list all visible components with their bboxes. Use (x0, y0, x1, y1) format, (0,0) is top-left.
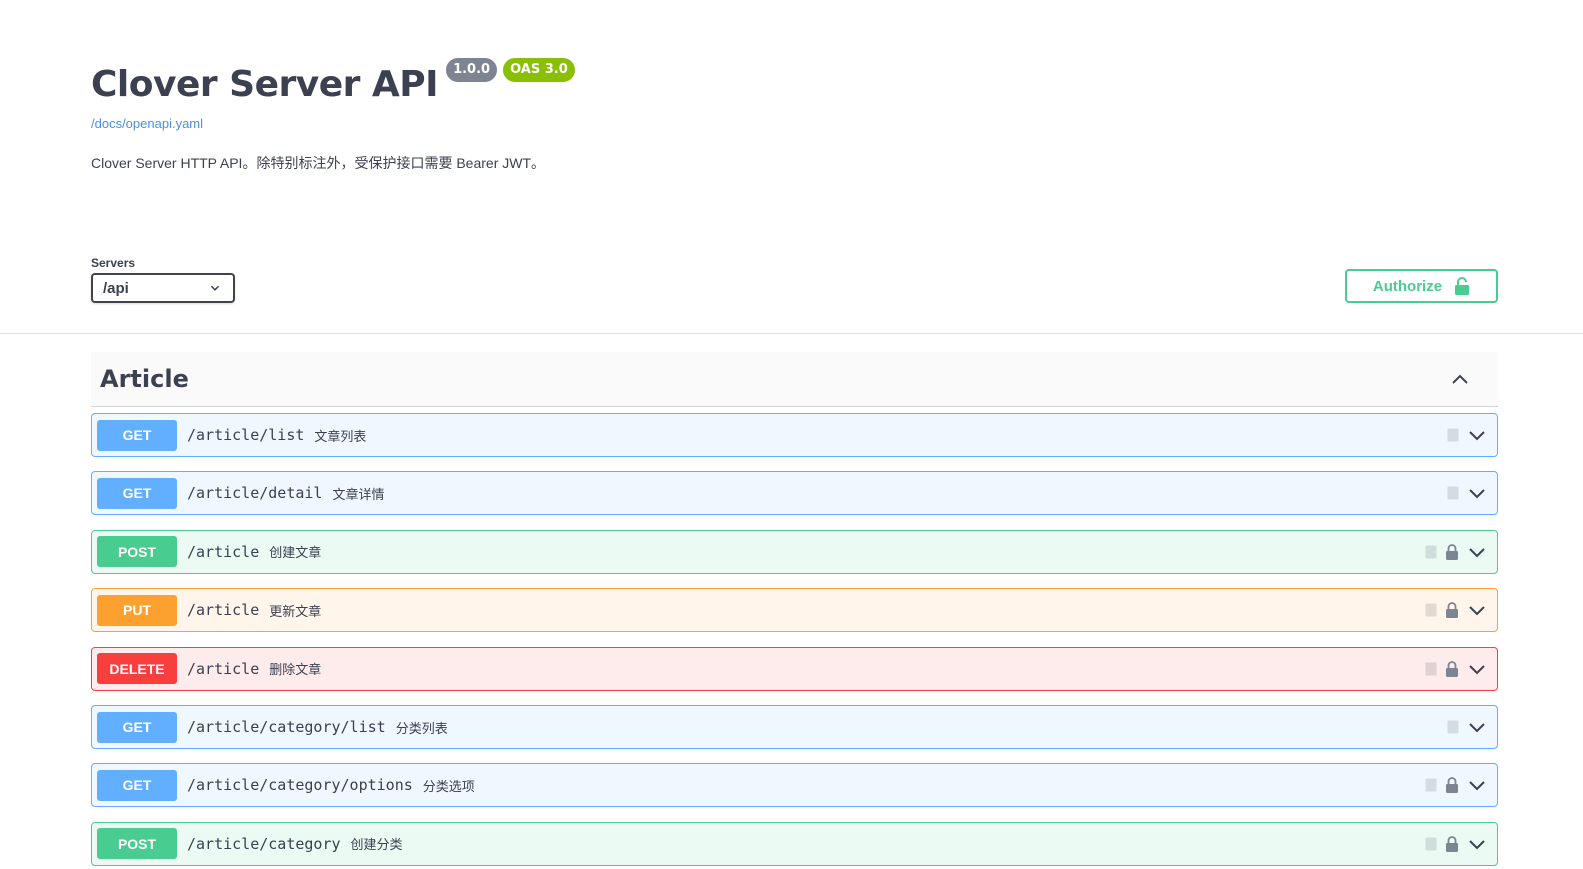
page-title: Clover Server API (91, 64, 439, 105)
operation-summary: 更新文章 (269, 603, 322, 619)
operation-path: /article (187, 542, 260, 561)
operation-row[interactable]: GET/article/category/list 分类列表 (91, 705, 1498, 749)
copy-icon[interactable] (1425, 778, 1437, 792)
server-select[interactable]: /api (91, 273, 235, 303)
lock-icon[interactable] (1445, 777, 1459, 794)
operation-summary: 创建分类 (350, 837, 403, 853)
chevron-down-icon (210, 285, 220, 291)
operation-summary: 文章列表 (314, 428, 367, 444)
version-badge: 1.0.0 (446, 58, 498, 82)
oas-badge: OAS 3.0 (503, 58, 575, 82)
unlocked-icon (1455, 277, 1470, 295)
operation-summary: 创建文章 (269, 545, 322, 561)
operation-row[interactable]: POST/article/category 创建分类 (91, 821, 1498, 866)
operation-path: /article/category (187, 834, 341, 853)
operation-row[interactable]: GET/article/detail 文章详情 (91, 471, 1498, 516)
method-badge: POST (97, 828, 177, 860)
method-badge: PUT (97, 594, 177, 626)
operation-path: /article/list (187, 426, 305, 444)
copy-icon[interactable] (1447, 428, 1459, 442)
lock-icon[interactable] (1445, 660, 1459, 677)
chevron-down-icon[interactable] (1467, 834, 1487, 854)
tag-section-article: Article GET/article/list 文章列表 GET/article/… (91, 352, 1498, 866)
method-badge: GET (97, 711, 177, 743)
operation-summary: 分类列表 (395, 720, 448, 736)
operation-row[interactable]: GET/article/list 文章列表 (91, 413, 1498, 457)
copy-icon[interactable] (1425, 837, 1437, 851)
section-title: Article (100, 365, 189, 393)
method-badge: GET (97, 769, 177, 801)
operation-actions (1447, 414, 1487, 456)
chevron-down-icon[interactable] (1467, 542, 1487, 562)
spec-url-link[interactable]: /docs/openapi.yaml (91, 116, 1491, 131)
operation-path: /article/detail (187, 484, 323, 503)
lock-icon[interactable] (1445, 835, 1459, 852)
operation-path: /article/category/list (187, 718, 386, 736)
operation-path: /article/category/options (187, 776, 413, 795)
chevron-down-icon[interactable] (1467, 659, 1487, 679)
operation-row[interactable]: DELETE/article 删除文章 (91, 646, 1498, 691)
server-select-value: /api (103, 279, 129, 297)
copy-icon[interactable] (1447, 720, 1459, 734)
operation-path: /article (187, 659, 260, 678)
copy-icon[interactable] (1425, 545, 1437, 559)
section-header[interactable]: Article (91, 352, 1498, 407)
method-badge: DELETE (97, 653, 177, 685)
title-row: Clover Server API 1.0.0 OAS 3.0 (91, 58, 1491, 110)
operation-actions (1425, 648, 1487, 690)
operation-summary: 分类选项 (422, 778, 475, 794)
operation-row[interactable]: GET/article/category/options 分类选项 (91, 763, 1498, 808)
lock-icon[interactable] (1445, 543, 1459, 560)
operation-actions (1425, 531, 1487, 573)
operation-actions (1425, 589, 1487, 631)
method-badge: GET (97, 477, 177, 509)
chevron-down-icon[interactable] (1467, 600, 1487, 620)
lock-icon[interactable] (1445, 602, 1459, 619)
chevron-up-icon[interactable] (1450, 369, 1470, 389)
header-divider (0, 333, 1583, 334)
operation-row[interactable]: POST/article 创建文章 (91, 529, 1498, 574)
operation-actions (1447, 472, 1487, 514)
chevron-down-icon[interactable] (1467, 483, 1487, 503)
chevron-down-icon[interactable] (1467, 425, 1487, 445)
servers-label: Servers (91, 256, 136, 270)
copy-icon[interactable] (1425, 662, 1437, 676)
copy-icon[interactable] (1447, 486, 1459, 500)
authorize-button[interactable]: Authorize (1345, 269, 1498, 303)
operation-row[interactable]: PUT/article 更新文章 (91, 588, 1498, 633)
operation-actions (1447, 706, 1487, 748)
method-badge: POST (97, 536, 177, 568)
chevron-down-icon[interactable] (1467, 717, 1487, 737)
authorize-label: Authorize (1372, 277, 1443, 295)
chevron-down-icon[interactable] (1467, 775, 1487, 795)
operation-path: /article (187, 601, 260, 620)
operation-summary: 删除文章 (269, 662, 322, 678)
copy-icon[interactable] (1425, 603, 1437, 617)
method-badge: GET (97, 419, 177, 451)
operation-actions (1425, 764, 1487, 806)
operation-summary: 文章详情 (332, 486, 385, 502)
api-info: Clover Server API 1.0.0 OAS 3.0 /docs/op… (91, 58, 1491, 173)
api-description: Clover Server HTTP API。除特别标注外，受保护接口需要 Be… (91, 155, 546, 171)
operation-actions (1425, 823, 1487, 865)
